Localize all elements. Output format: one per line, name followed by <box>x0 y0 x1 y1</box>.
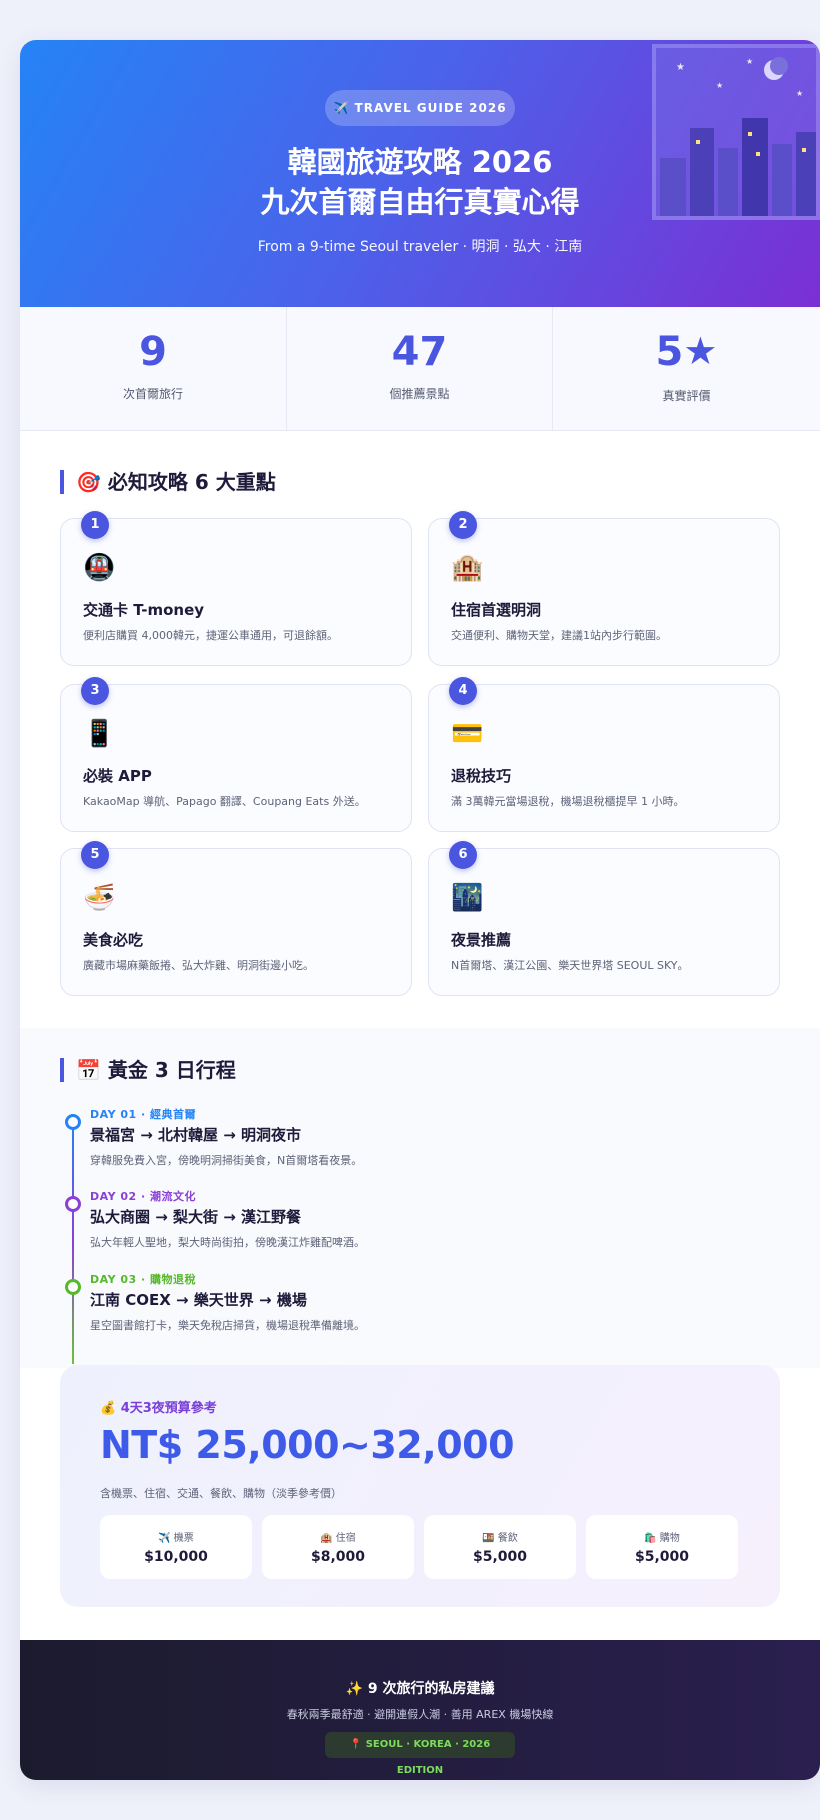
footer-title: ✨ 9 次旅行的私房建議 <box>345 1681 495 1697</box>
tip-card-food: 5 🍜 美食必吃 廣藏市場麻藥飯捲、弘大炸雞、明洞街邊小吃。 <box>60 841 412 996</box>
edition-tag: 📍 SEOUL · KOREA · 2026 EDITION <box>325 1732 515 1776</box>
day-desc: 星空圖書館打卡，樂天免稅店掃貨，機場退稅準備離境。 <box>90 1319 365 1332</box>
budget-item-flight: ✈️ 機票 $10,000 <box>100 1515 252 1579</box>
budget-item-value: $5,000 <box>472 1549 528 1565</box>
timeline-dot <box>65 1114 81 1130</box>
svg-text:★: ★ <box>746 57 753 66</box>
day-desc: 弘大年輕人聖地，梨大時尚街拍，傍晚漢江炸雞配啤酒。 <box>90 1236 365 1249</box>
tip-number-badge: 6 <box>449 841 477 869</box>
star-icon: ★ <box>683 329 718 373</box>
credit-card-icon: 💳 <box>451 719 484 749</box>
day-tag: DAY 02 · 潮流文化 <box>90 1190 197 1203</box>
budget-amount: NT$ 25,000~32,000 <box>100 1423 515 1467</box>
tip-number-badge: 3 <box>81 677 109 705</box>
travel-guide-badge: ✈️ TRAVEL GUIDE 2026 <box>325 90 515 126</box>
budget-item-value: $5,000 <box>634 1549 690 1565</box>
tip-title: 夜景推薦 <box>451 931 512 949</box>
section-title-text: 黃金 3 日行程 <box>107 1058 236 1082</box>
day-desc: 穿韓服免費入宮，傍晚明洞掃街美食，N首爾塔看夜景。 <box>90 1154 363 1167</box>
tip-title: 必裝 APP <box>83 767 152 785</box>
tip-title: 美食必吃 <box>83 931 144 949</box>
calendar-icon: 📅 <box>76 1058 101 1082</box>
tip-title: 交通卡 T-money <box>83 601 205 619</box>
tip-desc: 交通便利、購物天堂，建議1站內步行範圍。 <box>451 629 667 642</box>
budget-item-value: $8,000 <box>310 1549 366 1565</box>
stat-rating-value: 5★ <box>553 329 820 375</box>
tip-title: 退稅技巧 <box>451 767 512 785</box>
stat-value: 9 <box>139 329 167 375</box>
footer-subtitle: 春秋兩季最舒適 · 避開連假人潮 · 善用 AREX 機場快線 <box>286 1708 554 1721</box>
hero-subtitle: From a 9-time Seoul traveler · 明洞 · 弘大 ·… <box>257 239 583 255</box>
day-title: 江南 COEX → 樂天世界 → 機場 <box>90 1291 307 1309</box>
timeline-line <box>72 1120 74 1364</box>
budget-item-shopping: 🛍️ 購物 $5,000 <box>586 1515 738 1579</box>
budget-item-label: 🛍️ 購物 <box>644 1533 680 1544</box>
budget-card: 💰 4天3夜預算參考 NT$ 25,000~32,000 含機票、住宿、交通、餐… <box>60 1365 780 1607</box>
tip-number-badge: 2 <box>449 511 477 539</box>
itinerary-section-title: 📅 黃金 3 日行程 <box>60 1058 236 1082</box>
footer: ✨ 9 次旅行的私房建議 春秋兩季最舒適 · 避開連假人潮 · 善用 AREX … <box>20 1640 820 1780</box>
tip-desc: 便利店購買 4,000韓元，捷運公車通用，可退餘額。 <box>83 629 338 642</box>
timeline-dot <box>65 1196 81 1212</box>
budget-label: 💰 4天3夜預算參考 <box>100 1401 217 1416</box>
infographic-card: ★ ★ ★ ★ ✈️ TRAVEL GUIDE 2026 韓國旅遊攻略 2026… <box>20 40 820 1780</box>
tip-card-lodging: 2 🏨 住宿首選明洞 交通便利、購物天堂，建議1站內步行範圍。 <box>428 511 780 666</box>
tip-card-tmoney: 1 🚇 交通卡 T-money 便利店購買 4,000韓元，捷運公車通用，可退餘… <box>60 511 412 666</box>
day-tag: DAY 01 · 經典首爾 <box>90 1108 197 1121</box>
stat-rating: 5★ 真實評價 <box>552 307 820 431</box>
tips-section-title: 🎯 必知攻略 6 大重點 <box>60 470 276 494</box>
tip-number-badge: 4 <box>449 677 477 705</box>
tip-card-tax-refund: 4 💳 退稅技巧 滿 3萬韓元當場退稅，機場退稅櫃提早 1 小時。 <box>428 677 780 832</box>
tip-desc: 滿 3萬韓元當場退稅，機場退稅櫃提早 1 小時。 <box>451 795 685 808</box>
tip-title: 住宿首選明洞 <box>451 601 542 619</box>
day-title: 景福宮 → 北村韓屋 → 明洞夜市 <box>90 1126 302 1144</box>
noodle-bowl-icon: 🍜 <box>83 883 116 913</box>
budget-item-label: ✈️ 機票 <box>158 1533 194 1544</box>
tip-card-night-view: 6 🌃 夜景推薦 N首爾塔、漢江公園、樂天世界塔 SEOUL SKY。 <box>428 841 780 996</box>
budget-item-label: 🏨 住宿 <box>320 1533 356 1544</box>
target-icon: 🎯 <box>76 470 101 494</box>
timeline-dot <box>65 1279 81 1295</box>
budget-item-value: $10,000 <box>144 1549 208 1565</box>
hero-title-line1: 韓國旅遊攻略 2026 <box>287 145 553 179</box>
svg-text:★: ★ <box>716 81 723 90</box>
tip-number-badge: 1 <box>81 511 109 539</box>
subway-icon: 🚇 <box>83 553 116 583</box>
svg-text:★: ★ <box>676 62 685 73</box>
section-title-text: 必知攻略 6 大重點 <box>107 470 276 494</box>
tip-number-badge: 5 <box>81 841 109 869</box>
hero-banner: ★ ★ ★ ★ ✈️ TRAVEL GUIDE 2026 韓國旅遊攻略 2026… <box>20 40 820 307</box>
stat-label: 次首爾旅行 <box>122 387 183 401</box>
hero-title-line2: 九次首爾自由行真實心得 <box>260 185 580 219</box>
stat-label: 真實評價 <box>662 389 711 403</box>
budget-item-lodging: 🏨 住宿 $8,000 <box>262 1515 414 1579</box>
tip-desc: N首爾塔、漢江公園、樂天世界塔 SEOUL SKY。 <box>451 959 689 972</box>
svg-text:★: ★ <box>796 89 803 98</box>
budget-item-label: 🍱 餐飲 <box>482 1533 518 1544</box>
phone-icon: 📱 <box>83 719 116 749</box>
stat-spots: 47 個推薦景點 <box>286 307 552 431</box>
stats-bar: 9 次首爾旅行 47 個推薦景點 5★ 真實評價 <box>20 307 820 431</box>
tip-desc: KakaoMap 導航、Papago 翻譯、Coupang Eats 外送。 <box>83 795 366 808</box>
hotel-icon: 🏨 <box>451 553 484 583</box>
stat-value: 5 <box>655 329 684 375</box>
stat-label: 個推薦景點 <box>389 387 450 401</box>
night-city-icon: 🌃 <box>451 883 484 913</box>
budget-item-dining: 🍱 餐飲 $5,000 <box>424 1515 576 1579</box>
stat-trips: 9 次首爾旅行 <box>20 307 286 431</box>
stat-value: 47 <box>391 329 448 375</box>
budget-note: 含機票、住宿、交通、餐飲、購物（淡季參考價） <box>100 1487 342 1500</box>
tip-card-apps: 3 📱 必裝 APP KakaoMap 導航、Papago 翻譯、Coupang… <box>60 677 412 832</box>
day-tag: DAY 03 · 購物退稅 <box>90 1273 197 1286</box>
day-title: 弘大商圈 → 梨大街 → 漢江野餐 <box>90 1208 302 1226</box>
tip-desc: 廣藏市場麻藥飯捲、弘大炸雞、明洞街邊小吃。 <box>83 959 314 972</box>
